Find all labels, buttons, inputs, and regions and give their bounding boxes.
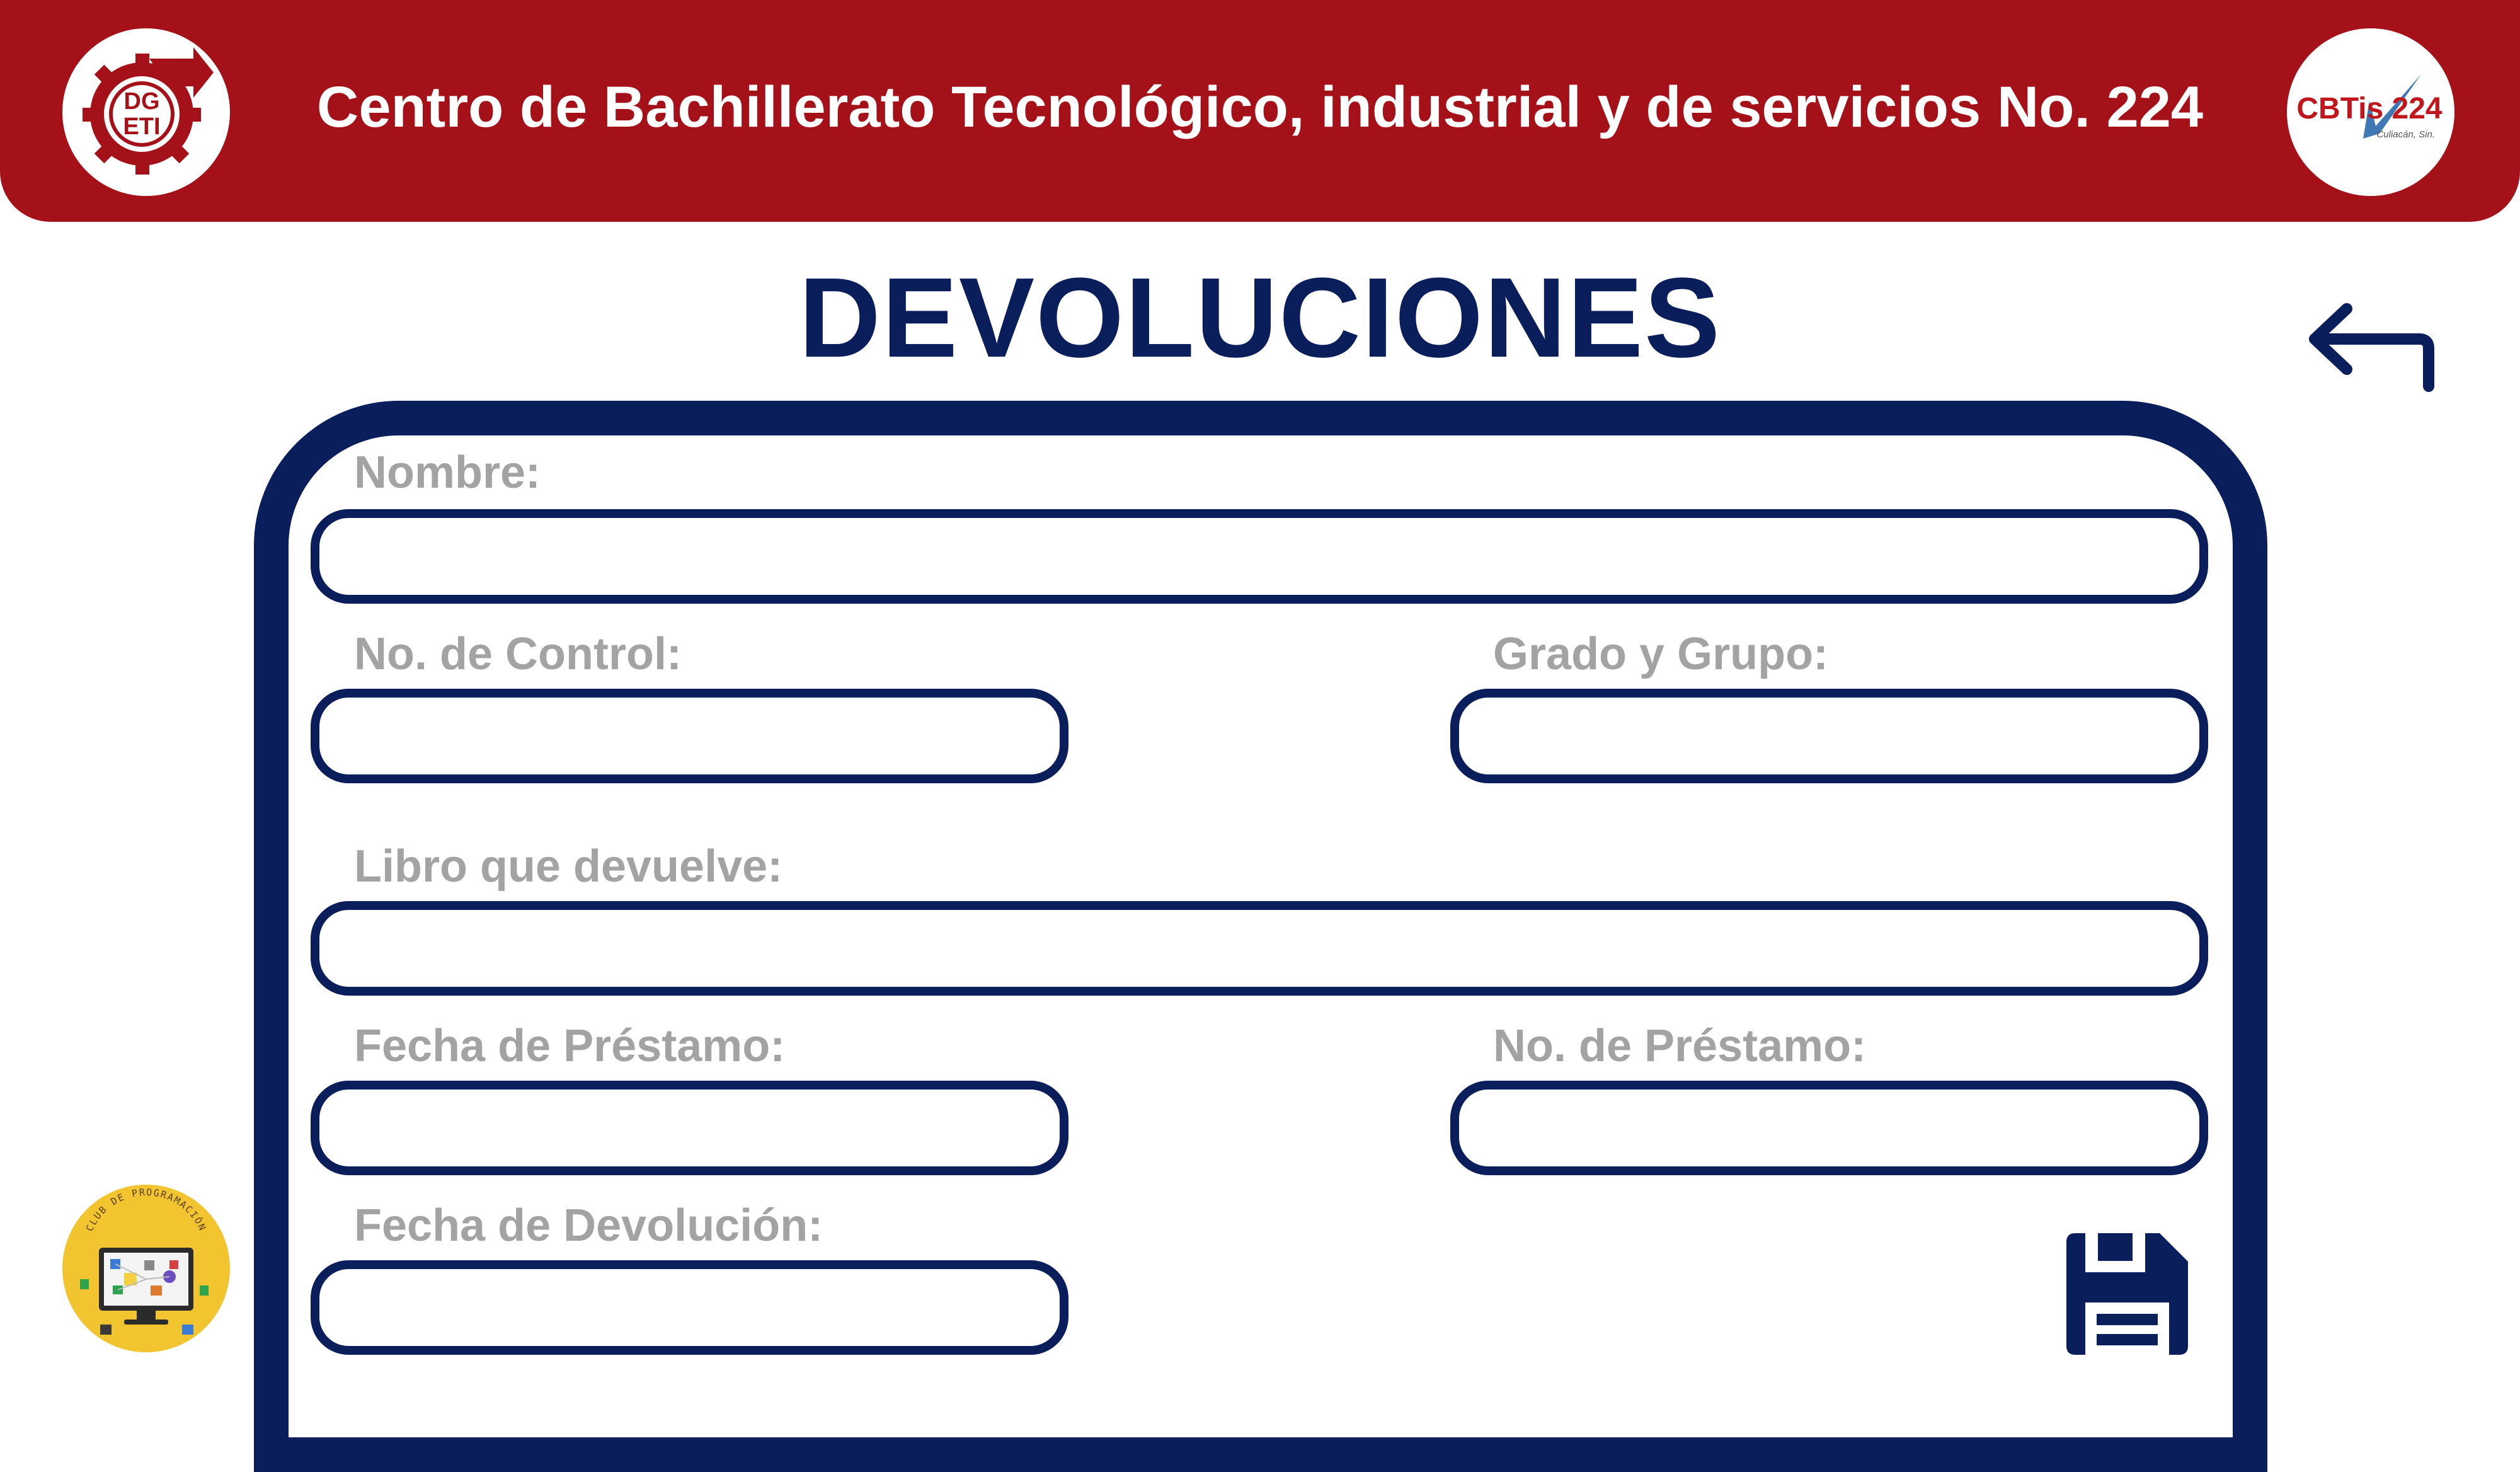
cbtis-logo-subtext: Culiacán, Sin. [2376, 129, 2435, 140]
no-prestamo-input[interactable] [1459, 1090, 2199, 1166]
fecha-devolucion-label: Fecha de Devolución: [354, 1200, 823, 1251]
cbtis-224-icon: CBTis 224 Culiacán, Sin. [2296, 74, 2443, 140]
no-control-field[interactable] [311, 689, 1068, 783]
dgeti-logo-text-top: DG [124, 88, 160, 115]
fecha-devolucion-input[interactable] [319, 1269, 1060, 1346]
grado-grupo-field[interactable] [1450, 689, 2208, 783]
grado-grupo-label: Grado y Grupo: [1493, 629, 1829, 679]
club-programacion-logo: CLUB DE PROGRAMACIÓN [62, 1185, 230, 1352]
no-control-label: No. de Control: [354, 629, 682, 679]
fecha-prestamo-input[interactable] [319, 1090, 1060, 1166]
cbtis-logo-text: CBTis 224 [2296, 92, 2443, 125]
grado-grupo-input[interactable] [1459, 698, 2199, 774]
libro-field[interactable] [311, 901, 2208, 996]
nombre-input[interactable] [319, 518, 2199, 595]
fecha-prestamo-label: Fecha de Préstamo: [354, 1021, 786, 1071]
fecha-prestamo-field[interactable] [311, 1081, 1068, 1175]
club-logo-text: CLUB DE PROGRAMACIÓN [84, 1187, 209, 1233]
cbtis-logo: CBTis 224 Culiacán, Sin. [2287, 28, 2454, 196]
no-control-input[interactable] [319, 698, 1060, 774]
dgeti-logo-text-bottom: ETI [123, 113, 160, 140]
header-title: Centro de Bachillerato Tecnológico, indu… [316, 74, 2204, 139]
libro-input[interactable] [319, 910, 2199, 987]
floppy-disk-save-icon [2066, 1233, 2188, 1355]
header-bar: DG ETI Centro de Bachillerato Tecnológic… [0, 0, 2520, 222]
libro-label: Libro que devuelve: [354, 841, 783, 892]
no-prestamo-label: No. de Préstamo: [1493, 1021, 1867, 1071]
dgeti-gear-icon: DG ETI [83, 47, 214, 175]
save-button[interactable] [2066, 1233, 2188, 1355]
page-title: DEVOLUCIONES [798, 255, 1722, 381]
back-arrow-icon [2309, 303, 2434, 392]
club-programacion-icon: CLUB DE PROGRAMACIÓN [80, 1187, 209, 1335]
fecha-devolucion-field[interactable] [311, 1260, 1068, 1355]
back-button[interactable] [2300, 295, 2438, 396]
no-prestamo-field[interactable] [1450, 1081, 2208, 1175]
nombre-field[interactable] [311, 509, 2208, 604]
nombre-label: Nombre: [354, 447, 541, 498]
